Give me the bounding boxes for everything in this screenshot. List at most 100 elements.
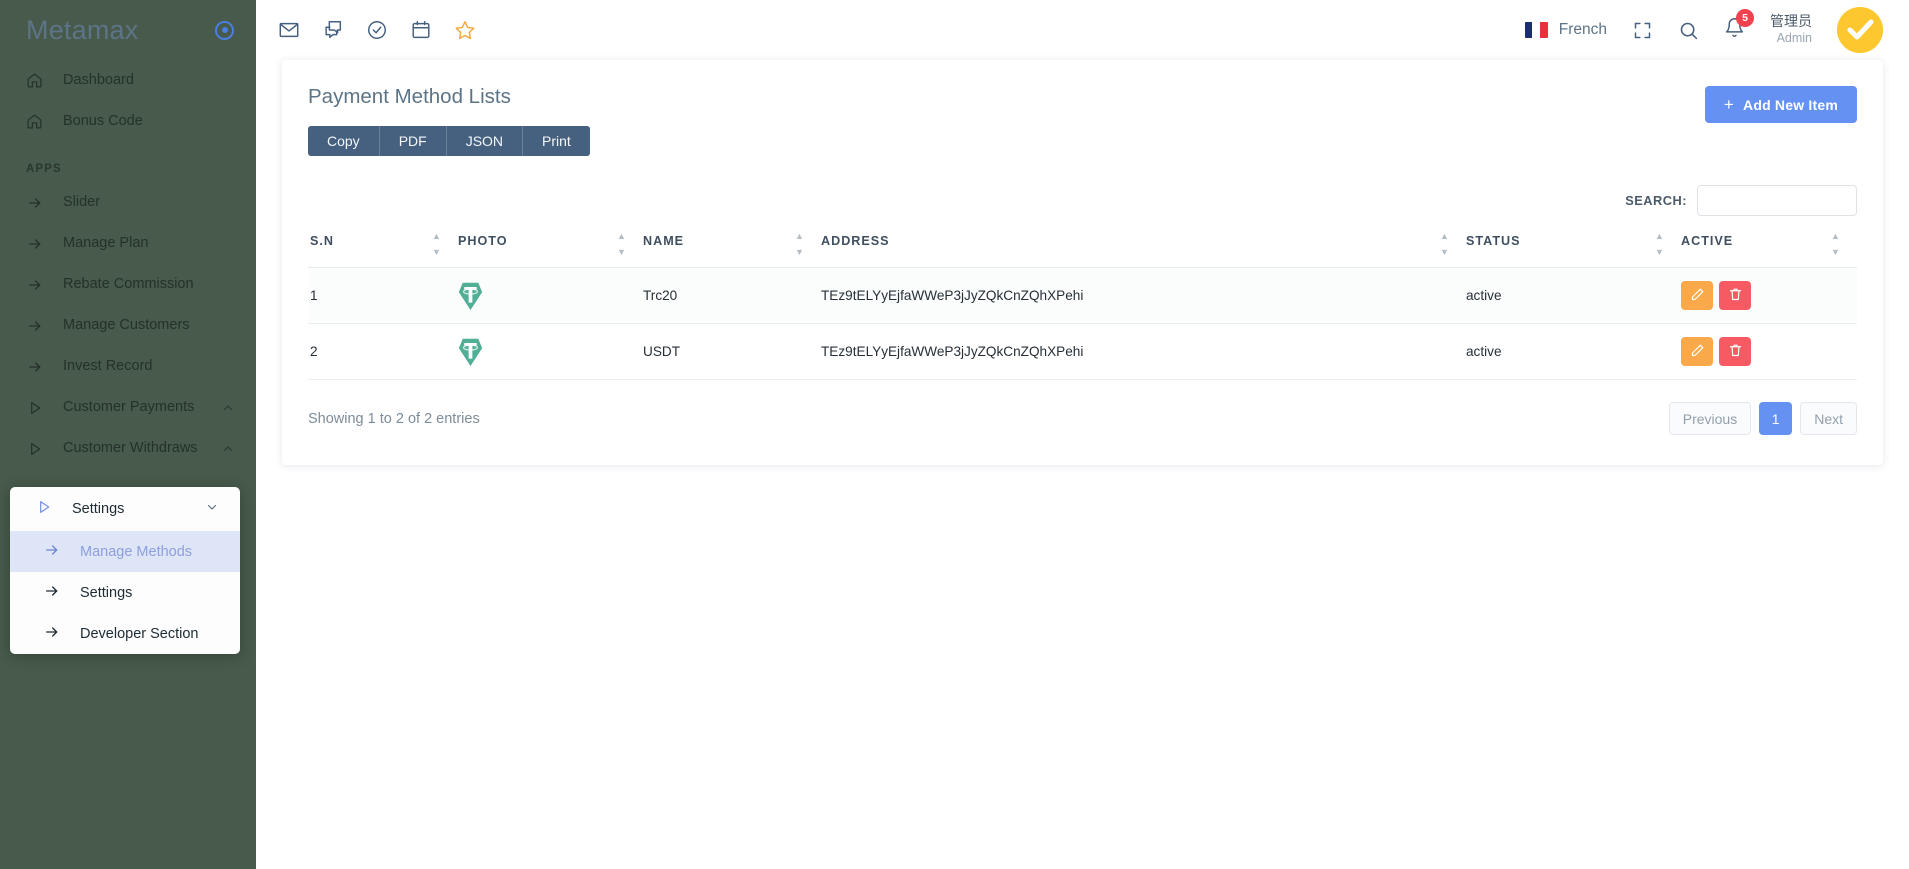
- sort-arrows-icon: ▲ ▼: [1655, 231, 1665, 258]
- sidebar-item-label: Invest Record: [63, 358, 153, 375]
- page-title: Payment Method Lists: [308, 85, 511, 108]
- language-selector[interactable]: French: [1524, 21, 1607, 39]
- topbar: French 5 管理员 Admin: [256, 0, 1909, 60]
- submenu-item-label: Settings: [80, 584, 133, 601]
- cell-photo: [458, 323, 643, 381]
- pagination-next[interactable]: Next: [1800, 402, 1857, 436]
- submenu-item-settings[interactable]: Settings: [10, 572, 240, 613]
- export-button-group: Copy PDF JSON Print: [308, 125, 590, 157]
- mail-icon[interactable]: [278, 19, 300, 41]
- arrow-right-icon: [26, 194, 43, 211]
- print-button[interactable]: Print: [523, 125, 590, 157]
- chevron-up-icon: [222, 443, 234, 455]
- avatar[interactable]: [1837, 7, 1883, 53]
- search-input[interactable]: [1697, 185, 1857, 217]
- home-icon: [26, 113, 43, 130]
- cell-name: Trc20: [643, 267, 821, 325]
- sidebar-top-nav: Dashboard Bonus Code: [0, 60, 256, 142]
- sort-arrows-icon: ▲ ▼: [1440, 231, 1450, 258]
- sidebar-item-invest-record[interactable]: Invest Record: [0, 346, 256, 387]
- sidebar-item-rebate-commission[interactable]: Rebate Commission: [0, 264, 256, 305]
- sidebar-item-manage-plan[interactable]: Manage Plan: [0, 223, 256, 264]
- content-wrapper: Payment Method Lists Copy PDF JSON Print…: [256, 60, 1909, 466]
- column-header-name[interactable]: NAME ▲ ▼: [643, 231, 821, 269]
- chevron-down-icon: [206, 501, 218, 517]
- arrow-right-icon: [26, 358, 43, 375]
- pdf-button[interactable]: PDF: [379, 125, 447, 157]
- edit-icon: [1690, 343, 1705, 361]
- edit-icon: [1690, 287, 1705, 305]
- play-triangle-icon: [26, 399, 43, 416]
- column-header-sn[interactable]: S.N ▲ ▼: [308, 232, 458, 269]
- user-menu[interactable]: 管理员 Admin: [1770, 13, 1812, 46]
- edit-button[interactable]: [1681, 281, 1713, 311]
- sidebar-item-label: Dashboard: [63, 72, 134, 89]
- column-header-photo[interactable]: PHOTO ▲ ▼: [458, 232, 643, 269]
- row-action-buttons: [1681, 337, 1857, 367]
- sidebar-item-label: Rebate Commission: [63, 276, 194, 293]
- pagination: Previous 1 Next: [1668, 402, 1857, 436]
- column-header-address[interactable]: ADDRESS ▲ ▼: [821, 231, 1466, 269]
- column-header-status[interactable]: STATUS ▲ ▼: [1466, 231, 1681, 269]
- arrow-right-icon: [44, 583, 60, 603]
- column-label: ACTIVE: [1681, 234, 1734, 249]
- sidebar-item-label: Manage Plan: [63, 235, 149, 252]
- edit-button[interactable]: [1681, 337, 1713, 367]
- table-footer: Showing 1 to 2 of 2 entries Previous 1 N…: [308, 402, 1857, 436]
- table-row: 2 USDT TEz9tELYyEjfaWWeP3jJyZQkCnZQhXPeh…: [308, 323, 1857, 381]
- sidebar-item-label: Customer Withdraws: [63, 440, 198, 457]
- sidebar-item-manage-customers[interactable]: Manage Customers: [0, 305, 256, 346]
- sidebar-item-label: Manage Customers: [63, 317, 190, 334]
- main-area: French 5 管理员 Admin Payment Method Lists …: [256, 0, 1909, 869]
- sidebar-item-slider[interactable]: Slider: [0, 182, 256, 223]
- arrow-right-icon: [26, 235, 43, 252]
- arrow-right-icon: [44, 624, 60, 644]
- cell-sn: 1: [308, 267, 458, 325]
- notification-bell[interactable]: 5: [1724, 9, 1754, 43]
- search-icon[interactable]: [1678, 20, 1699, 41]
- calendar-icon[interactable]: [410, 19, 432, 41]
- arrow-right-icon: [26, 317, 43, 334]
- sort-arrows-icon: ▲ ▼: [795, 231, 805, 258]
- delete-button[interactable]: [1719, 281, 1751, 311]
- chat-icon[interactable]: [322, 19, 344, 41]
- cell-actions: [1681, 267, 1857, 325]
- payment-method-card: Payment Method Lists Copy PDF JSON Print…: [282, 60, 1883, 466]
- play-triangle-icon: [36, 499, 52, 519]
- fullscreen-icon[interactable]: [1632, 20, 1653, 41]
- pagination-previous[interactable]: Previous: [1668, 402, 1752, 436]
- brand-dot-icon[interactable]: [215, 20, 234, 40]
- sidebar-item-dashboard[interactable]: Dashboard: [0, 60, 256, 101]
- sidebar-item-settings[interactable]: Settings: [10, 487, 240, 531]
- add-new-item-button[interactable]: + Add New Item: [1704, 86, 1857, 123]
- cell-name: USDT: [643, 323, 821, 381]
- submenu-item-label: Developer Section: [80, 625, 199, 642]
- star-icon[interactable]: [454, 19, 476, 41]
- usdt-tether-logo-icon: [458, 338, 643, 366]
- column-label: STATUS: [1466, 234, 1521, 249]
- sidebar-item-label: Settings: [72, 501, 125, 517]
- user-role: Admin: [1776, 30, 1812, 45]
- sidebar-item-customer-payments[interactable]: Customer Payments: [0, 387, 256, 428]
- pagination-page-1[interactable]: 1: [1759, 402, 1793, 436]
- copy-button[interactable]: Copy: [308, 125, 380, 157]
- json-button[interactable]: JSON: [446, 125, 524, 157]
- delete-button[interactable]: [1719, 337, 1751, 367]
- topbar-left-icons: [278, 19, 476, 41]
- submenu-item-developer-section[interactable]: Developer Section: [10, 613, 240, 654]
- sidebar-item-bonus-code[interactable]: Bonus Code: [0, 101, 256, 142]
- check-circle-icon[interactable]: [366, 19, 388, 41]
- search-label: SEARCH:: [1625, 193, 1687, 209]
- france-flag-icon: [1524, 22, 1548, 38]
- arrow-right-icon: [26, 276, 43, 293]
- submenu-item-manage-methods[interactable]: Manage Methods: [10, 531, 240, 572]
- sidebar-item-customer-withdraws[interactable]: Customer Withdraws: [0, 428, 256, 469]
- cell-address: TEz9tELYyEjfaWWeP3jJyZQkCnZQhXPehi: [821, 267, 1466, 325]
- chevron-up-icon: [222, 402, 234, 414]
- cell-photo: [458, 267, 643, 325]
- user-name: 管理员: [1770, 13, 1812, 30]
- home-icon: [26, 72, 43, 89]
- submenu-item-label: Manage Methods: [80, 543, 193, 560]
- column-header-active[interactable]: ACTIVE ▲ ▼: [1681, 232, 1857, 269]
